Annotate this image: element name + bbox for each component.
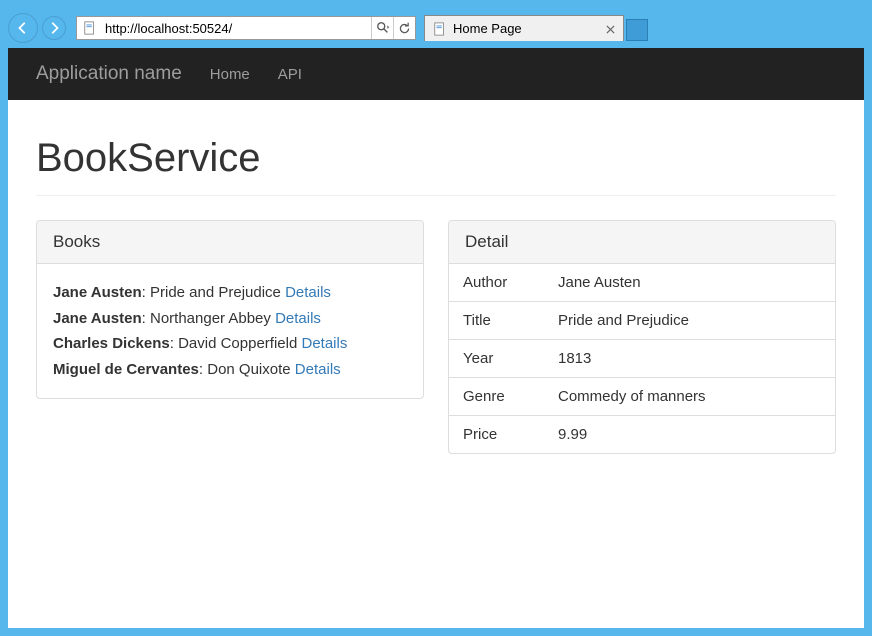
detail-label: Year: [449, 340, 544, 378]
search-dropdown-button[interactable]: [371, 17, 393, 39]
detail-value: Jane Austen: [544, 264, 835, 302]
content-row: Books Jane Austen: Pride and Prejudice D…: [36, 220, 836, 474]
detail-column: Detail AuthorJane Austen TitlePride and …: [448, 220, 836, 474]
browser-toolbar: Home Page: [0, 0, 872, 48]
detail-row: Year1813: [449, 340, 835, 378]
search-icon: [376, 21, 390, 35]
details-link[interactable]: Details: [295, 361, 341, 378]
page-title: BookService: [36, 136, 836, 181]
back-arrow-icon: [16, 21, 30, 35]
refresh-icon: [398, 22, 411, 35]
forward-arrow-icon: [47, 21, 61, 35]
detail-row: Price9.99: [449, 416, 835, 454]
tab-close-button[interactable]: [606, 21, 615, 37]
book-author: Jane Austen: [53, 310, 142, 327]
divider: [36, 195, 836, 196]
nav-link-home[interactable]: Home: [210, 66, 250, 83]
book-item: Miguel de Cervantes: Don Quixote Details: [53, 357, 407, 383]
detail-label: Author: [449, 264, 544, 302]
detail-label: Genre: [449, 378, 544, 416]
refresh-button[interactable]: [393, 17, 415, 39]
page-viewport: Application name Home API BookService Bo…: [0, 48, 872, 636]
page-icon: [81, 19, 99, 37]
details-link[interactable]: Details: [285, 284, 331, 301]
detail-value: 1813: [544, 340, 835, 378]
book-item: Jane Austen: Pride and Prejudice Details: [53, 280, 407, 306]
tab-bar: Home Page: [424, 15, 648, 41]
detail-row: TitlePride and Prejudice: [449, 302, 835, 340]
main-container: BookService Books Jane Austen: Pride and…: [8, 100, 864, 486]
details-link[interactable]: Details: [275, 310, 321, 327]
new-tab-button[interactable]: [626, 19, 648, 41]
books-column: Books Jane Austen: Pride and Prejudice D…: [36, 220, 424, 474]
books-panel-heading: Books: [37, 221, 423, 264]
detail-row: GenreCommedy of manners: [449, 378, 835, 416]
detail-value: Pride and Prejudice: [544, 302, 835, 340]
book-title: Don Quixote: [207, 361, 290, 378]
browser-tab[interactable]: Home Page: [424, 15, 624, 41]
books-panel: Books Jane Austen: Pride and Prejudice D…: [36, 220, 424, 399]
detail-value: 9.99: [544, 416, 835, 454]
detail-table: AuthorJane Austen TitlePride and Prejudi…: [449, 264, 835, 453]
detail-label: Title: [449, 302, 544, 340]
address-bar: [76, 16, 416, 40]
detail-panel: Detail AuthorJane Austen TitlePride and …: [448, 220, 836, 454]
navbar-brand[interactable]: Application name: [36, 63, 182, 85]
book-title: David Copperfield: [178, 335, 297, 352]
tab-title: Home Page: [453, 21, 522, 36]
books-panel-body: Jane Austen: Pride and Prejudice Details…: [37, 264, 423, 398]
book-author: Jane Austen: [53, 284, 142, 301]
tab-page-icon: [433, 22, 447, 36]
url-input[interactable]: [103, 18, 371, 38]
details-link[interactable]: Details: [301, 335, 347, 352]
nav-link-api[interactable]: API: [278, 66, 302, 83]
book-item: Jane Austen: Northanger Abbey Details: [53, 306, 407, 332]
book-title: Pride and Prejudice: [150, 284, 281, 301]
app-navbar: Application name Home API: [8, 48, 864, 100]
detail-panel-heading: Detail: [449, 221, 835, 264]
detail-value: Commedy of manners: [544, 378, 835, 416]
forward-button[interactable]: [42, 16, 66, 40]
close-icon: [606, 25, 615, 34]
book-author: Miguel de Cervantes: [53, 361, 199, 378]
book-author: Charles Dickens: [53, 335, 170, 352]
back-button[interactable]: [8, 13, 38, 43]
book-item: Charles Dickens: David Copperfield Detai…: [53, 331, 407, 357]
detail-label: Price: [449, 416, 544, 454]
book-title: Northanger Abbey: [150, 310, 271, 327]
detail-row: AuthorJane Austen: [449, 264, 835, 302]
